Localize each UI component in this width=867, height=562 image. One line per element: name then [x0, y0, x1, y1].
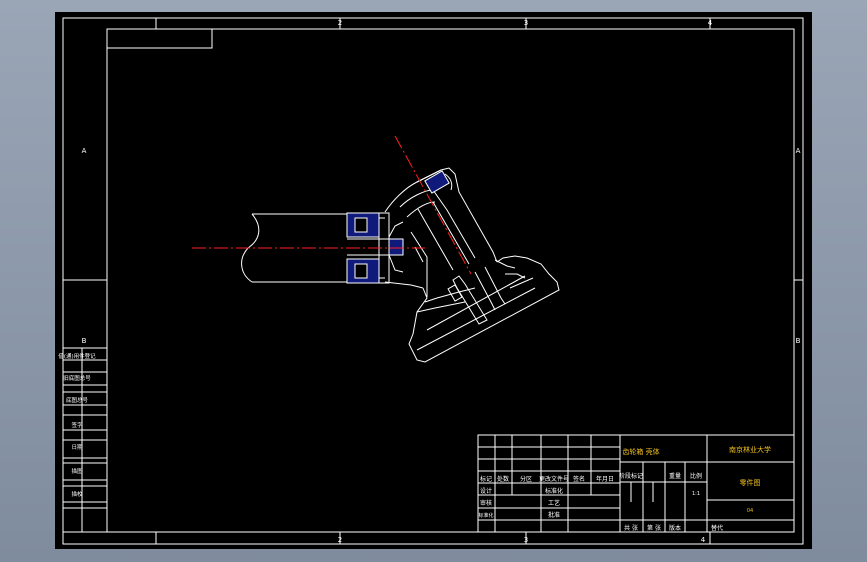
angled-housing: [384, 167, 560, 363]
outer-frame: [62, 17, 804, 545]
tb-role-process: 工艺: [548, 499, 560, 507]
zone-top-3: 4: [708, 19, 713, 27]
tb-school: 南京林业大学: [729, 445, 771, 454]
housing-centerline: [394, 135, 472, 275]
left-strip-label-2: 底图总号: [66, 396, 89, 404]
inner-frame: [106, 28, 795, 533]
zone-ticks: [63, 18, 803, 544]
tb-role-standard: 标准化: [545, 487, 563, 495]
tb-weight-header: 重量: [669, 472, 681, 480]
tb-sheet-count: 共 张: [624, 524, 638, 532]
centerlines: [192, 135, 472, 275]
zone-left-b: B: [82, 337, 87, 345]
tb-header-mark: 标记: [480, 475, 492, 483]
tb-role-review: 审核: [480, 499, 492, 507]
left-strip-label-4: 日期: [71, 444, 83, 451]
tb-scale-value: 1:1: [692, 491, 700, 497]
zone-bottom-1: 2: [338, 536, 342, 544]
tb-header-change-doc: 更改文件号: [539, 475, 569, 483]
zone-bottom-2: 3: [524, 536, 528, 544]
tb-version: 版本: [669, 524, 681, 532]
left-strip-label-6: 描校: [71, 490, 83, 498]
drawing-sheet: 2 3 4 2 3 4 A B A B 借(通)用件登记 旧底图总号 底图总号: [58, 17, 804, 545]
zone-left-a: A: [82, 147, 87, 155]
tb-header-zone: 分区: [520, 475, 532, 483]
left-strip: 借(通)用件登记 旧底图总号 底图总号 签字 日期 描图 描校: [58, 347, 108, 533]
zone-top-2: 3: [524, 19, 528, 27]
code-box: [106, 28, 213, 49]
tb-sheet-no: 第 张: [647, 524, 661, 532]
tb-material: 齿轮箱 壳体: [622, 447, 659, 456]
left-strip-label-0: 借(通)用件登记: [58, 352, 96, 360]
tb-scale-header: 比例: [690, 472, 702, 480]
tb-stage-header: 阶段标记: [619, 472, 643, 480]
part-drawing[interactable]: [241, 167, 560, 363]
zone-top-1: 2: [338, 19, 342, 27]
tb-role-std-left: 标准化: [478, 512, 493, 519]
tb-header-date: 年月日: [596, 475, 614, 483]
zone-right-a: A: [796, 147, 801, 155]
left-strip-label-5: 描图: [71, 467, 83, 475]
tb-replace: 替代: [711, 524, 723, 532]
zone-labels: 2 3 4 2 3 4 A B A B: [82, 19, 801, 544]
tb-header-count: 处数: [497, 475, 509, 483]
left-strip-label-1: 旧底图总号: [63, 374, 91, 382]
tb-role-approve: 批准: [548, 511, 560, 519]
cad-viewport[interactable]: 2 3 4 2 3 4 A B A B 借(通)用件登记 旧底图总号 底图总号: [55, 12, 812, 549]
tb-header-sign: 签名: [573, 475, 585, 483]
tb-drawing-name: 零件图: [740, 478, 761, 487]
tb-drawing-code: 04: [747, 508, 753, 514]
tb-role-design: 设计: [480, 487, 492, 495]
left-strip-label-3: 签字: [71, 421, 83, 429]
zone-bottom-3: 4: [701, 536, 706, 544]
title-block-text: 标记 处数 分区 更改文件号 签名 年月日 设计 审核 标准化 工艺 批准 标准…: [478, 445, 771, 532]
zone-right-b: B: [796, 337, 801, 345]
